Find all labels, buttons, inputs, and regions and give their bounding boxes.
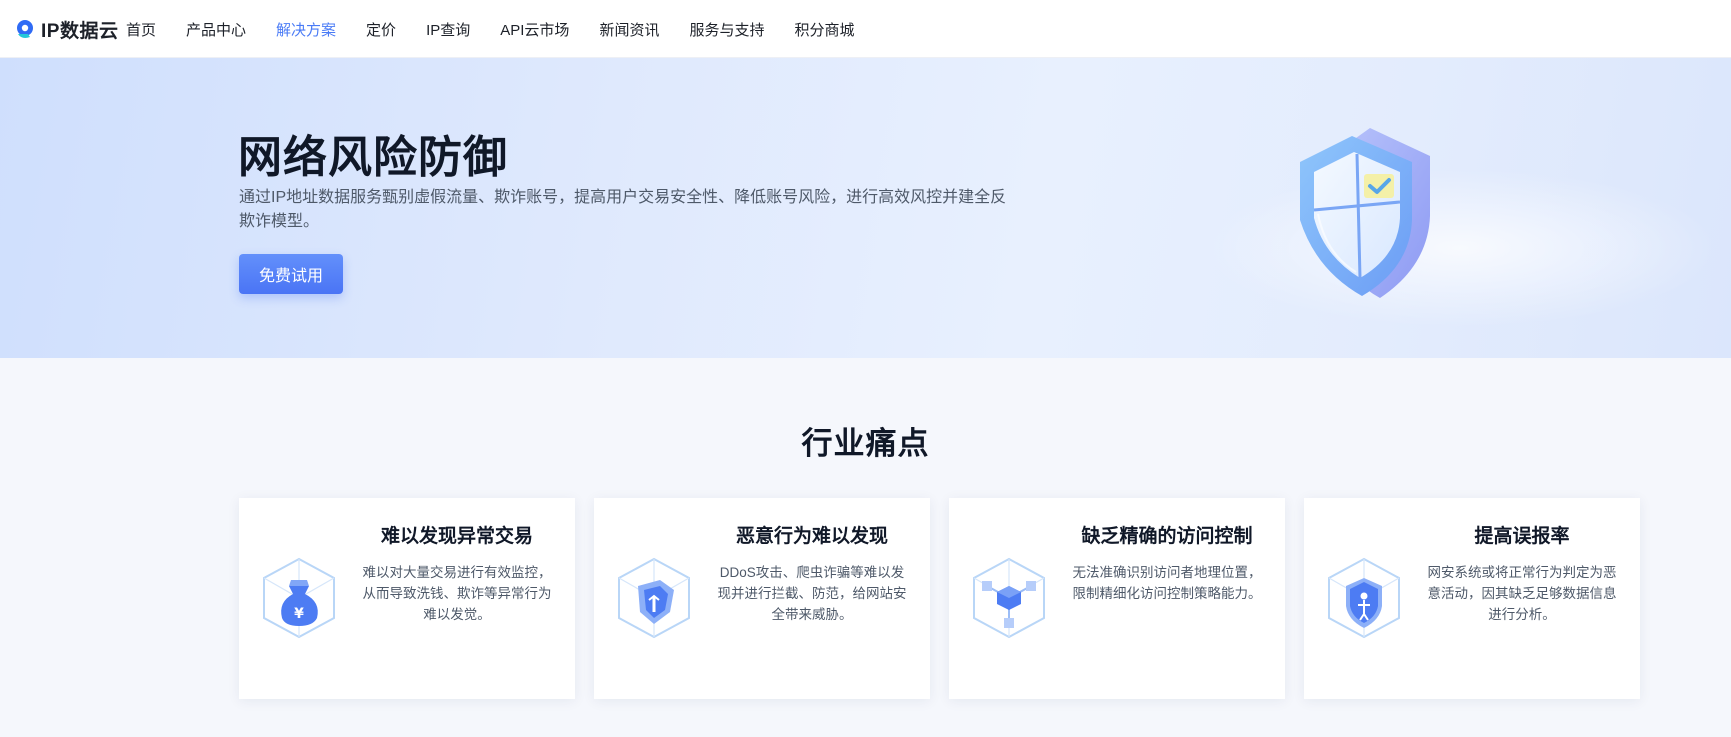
shield-cube-icon	[618, 557, 690, 639]
nav-item-ip-lookup[interactable]: IP查询	[426, 19, 470, 40]
nav-item-pricing[interactable]: 定价	[366, 19, 396, 40]
brand-name: IP数据云	[41, 20, 119, 42]
nav-item-news[interactable]: 新闻资讯	[599, 19, 659, 40]
hero-description: 通过IP地址数据服务甄别虚假流量、欺诈账号，提高用户交易安全性、降低账号风险，进…	[239, 189, 1007, 230]
hero-title: 网络风险防御	[238, 133, 508, 182]
nav-item-products[interactable]: 产品中心	[186, 19, 246, 40]
pain-point-card: 提高误报率 网安系统或将正常行为判定为恶意活动，因其缺乏足够数据信息进行分析。	[1304, 498, 1640, 699]
card-title: 缺乏精确的访问控制	[1081, 526, 1253, 547]
card-description: 无法准确识别访问者地理位置，限制精细化访问控制策略能力。	[1072, 565, 1262, 601]
card-description: DDoS攻击、爬虫诈骗等难以发现并进行拦截、防范，给网站安全带来威胁。	[717, 565, 907, 622]
nav-item-api-market[interactable]: API云市场	[500, 19, 569, 40]
network-cube-icon	[973, 557, 1045, 639]
pain-point-card: 恶意行为难以发现 DDoS攻击、爬虫诈骗等难以发现并进行拦截、防范，给网站安全带…	[594, 498, 930, 699]
card-title: 恶意行为难以发现	[735, 526, 888, 547]
svg-text:¥: ¥	[294, 606, 304, 622]
section-title: 行业痛点	[801, 426, 930, 461]
pain-point-card: 缺乏精确的访问控制 无法准确识别访问者地理位置，限制精细化访问控制策略能力。	[949, 498, 1285, 699]
hero-banner: 网络风险防御 通过IP地址数据服务甄别虚假流量、欺诈账号，提高用户交易安全性、降…	[0, 58, 1731, 358]
nav-item-support[interactable]: 服务与支持	[689, 19, 764, 40]
top-navbar: IP数据云 首页 产品中心 解决方案 定价 IP查询 API云市场 新闻资讯 服…	[0, 0, 1731, 58]
money-bag-cube-icon: ¥	[263, 557, 335, 639]
card-title: 难以发现异常交易	[380, 526, 533, 547]
pain-point-card: ¥ 难以发现异常交易 难以对大量交易进行有效监控，从而导致洗钱、欺诈等异常行为难…	[239, 498, 575, 699]
nav-item-home[interactable]: 首页	[126, 19, 156, 40]
main-nav: 首页 产品中心 解决方案 定价 IP查询 API云市场 新闻资讯 服务与支持 积…	[126, 0, 884, 58]
shield-person-cube-icon	[1328, 557, 1400, 639]
free-trial-button[interactable]: 免费试用	[239, 254, 343, 294]
ip-cloud-logo-icon	[17, 20, 33, 38]
card-title: 提高误报率	[1474, 526, 1570, 547]
card-description: 难以对大量交易进行有效监控，从而导致洗钱、欺诈等异常行为难以发觉。	[362, 565, 552, 622]
nav-item-solutions[interactable]: 解决方案	[276, 19, 336, 40]
brand-logo[interactable]: IP数据云	[14, 15, 118, 43]
nav-item-points-mall[interactable]: 积分商城	[794, 19, 854, 40]
shield-check-icon	[1300, 128, 1430, 298]
card-description: 网安系统或将正常行为判定为恶意活动，因其缺乏足够数据信息进行分析。	[1427, 565, 1617, 622]
